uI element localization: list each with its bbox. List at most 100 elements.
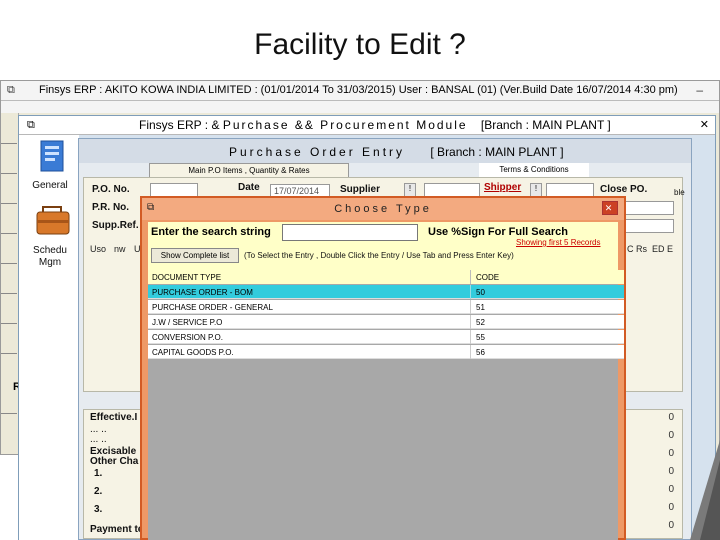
total-value: 0 [668, 448, 674, 459]
column-separator [470, 285, 471, 299]
sidebar-item-schedule[interactable]: Schedu Mgm [21, 245, 79, 269]
app-icon: ⧉ [7, 84, 15, 96]
total-value: 0 [668, 466, 674, 477]
erp-subbar [1, 101, 719, 113]
left-strip: R [1, 113, 21, 453]
column-separator [470, 330, 471, 344]
dialog-title: Choose Type [334, 203, 432, 215]
erp-title: Finsys ERP : AKITO KOWA INDIA LIMITED : … [39, 84, 678, 96]
list-row[interactable]: PURCHASE ORDER - GENERAL 51 [148, 300, 624, 314]
grid-header-crs: C Rs [627, 244, 647, 254]
row-code: 56 [476, 348, 485, 357]
dialog-titlebar: ⧉ Choose Type ✕ [142, 198, 624, 220]
grid-header-uso: Uso [90, 244, 107, 254]
po-no-label: P.O. No. [92, 184, 130, 195]
row-document-type: J.W / SERVICE P.O [152, 318, 223, 327]
column-separator [470, 345, 471, 359]
column-document-type[interactable]: DOCUMENT TYPE [152, 273, 221, 282]
strip-divider [1, 263, 17, 264]
column-separator [470, 315, 471, 329]
shipper-label[interactable]: Shipper [484, 182, 521, 193]
row-code: 55 [476, 333, 485, 342]
charge-row-2: 2. [94, 486, 103, 497]
search-input[interactable] [282, 224, 418, 241]
show-complete-list-button[interactable]: Show Complete list [151, 248, 239, 263]
decorative-corner [690, 440, 720, 540]
list-row[interactable]: CAPITAL GOODS P.O. 56 [148, 345, 624, 359]
module-title-prefix: Finsys ERP : & [139, 118, 220, 132]
strip-divider [1, 233, 17, 234]
list-header: DOCUMENT TYPE CODE [148, 270, 624, 284]
strip-divider [1, 143, 17, 144]
selection-hint: (To Select the Entry , Double Click the … [244, 251, 514, 260]
close-po-input[interactable] [624, 201, 674, 215]
full-search-hint: Use %Sign For Full Search [428, 226, 568, 238]
strip-divider [1, 413, 17, 414]
tab-main-items[interactable]: Main P.O Items , Quantity & Rates [149, 163, 349, 177]
document-type-list: DOCUMENT TYPE CODE PURCHASE ORDER - BOM … [148, 270, 624, 540]
column-code[interactable]: CODE [476, 273, 499, 282]
list-row[interactable]: J.W / SERVICE P.O 52 [148, 315, 624, 329]
module-close-button[interactable]: ✕ [700, 118, 709, 131]
total-value: 0 [668, 412, 674, 423]
po-form-title: Purchase Order Entry [229, 145, 406, 159]
list-row[interactable]: PURCHASE ORDER - BOM 50 [148, 285, 624, 299]
charge-row-3: 3. [94, 504, 103, 515]
strip-divider [1, 173, 17, 174]
minimize-button[interactable]: – [696, 83, 703, 97]
po-form-header: Purchase Order Entry [ Branch : MAIN PLA… [79, 139, 691, 163]
module-sidebar: General Schedu Mgm [19, 135, 79, 540]
strip-divider [1, 323, 17, 324]
general-icon[interactable] [33, 139, 73, 175]
showing-first-link[interactable]: Showing first 5 Records [516, 238, 600, 247]
module-branch: [Branch : MAIN PLANT ] [480, 118, 611, 132]
briefcase-icon[interactable] [33, 203, 73, 239]
payment-terms-label: Payment te [90, 524, 144, 535]
dialog-body: Enter the search string Use %Sign For Fu… [148, 222, 624, 540]
row-code: 51 [476, 303, 485, 312]
tab-terms-conditions[interactable]: Terms & Conditions [479, 163, 589, 177]
supplier-label: Supplier [340, 184, 381, 195]
module-title: Purchase && Procurement Module [222, 118, 468, 132]
list-row[interactable]: CONVERSION P.O. 55 [148, 330, 624, 344]
slide-title: Facility to Edit ? [254, 28, 466, 61]
side-word: ble [674, 188, 685, 197]
extra-input[interactable] [624, 219, 674, 233]
erp-titlebar: ⧉ Finsys ERP : AKITO KOWA INDIA LIMITED … [1, 81, 719, 101]
po-form-branch: [ Branch : MAIN PLANT ] [430, 145, 564, 159]
supplier-input[interactable] [424, 183, 480, 197]
other-charges-label: Other Cha [90, 456, 139, 467]
column-separator [470, 270, 471, 284]
dots-2: ... .. [90, 434, 107, 445]
charge-row-1: 1. [94, 468, 103, 479]
total-value: 0 [668, 430, 674, 441]
row-code: 52 [476, 318, 485, 327]
search-label: Enter the search string [151, 226, 271, 238]
choose-type-dialog: ⧉ Choose Type ✕ Enter the search string … [140, 196, 626, 540]
strip-divider [1, 203, 17, 204]
dialog-app-icon: ⧉ [147, 202, 155, 213]
po-tabs: Main P.O Items , Quantity & Rates Terms … [79, 163, 691, 177]
total-value: 0 [668, 502, 674, 513]
grid-header-ede: ED E [652, 244, 674, 254]
row-document-type: CONVERSION P.O. [152, 333, 223, 342]
strip-divider [1, 353, 17, 354]
strip-divider [1, 293, 17, 294]
effective-label: Effective.I [90, 412, 138, 423]
po-no-input[interactable] [150, 183, 198, 197]
row-document-type: PURCHASE ORDER - GENERAL [152, 303, 273, 312]
supp-ref-label: Supp.Ref. [92, 220, 139, 231]
sidebar-item-general[interactable]: General [21, 180, 79, 192]
close-po-label: Close PO. [600, 184, 648, 195]
dialog-close-button[interactable]: ✕ [602, 201, 618, 215]
row-document-type: CAPITAL GOODS P.O. [152, 348, 234, 357]
column-separator [470, 300, 471, 314]
supplier-lookup-button[interactable]: ! [404, 183, 416, 197]
total-value: 0 [668, 520, 674, 531]
total-value: 0 [668, 484, 674, 495]
grid-header-nw: nw [114, 244, 126, 254]
shipper-lookup-button[interactable]: ! [530, 183, 542, 197]
module-app-icon: ⧉ [27, 119, 35, 131]
module-titlebar: ⧉ Finsys ERP : & Purchase && Procurement… [19, 116, 715, 135]
shipper-input[interactable] [546, 183, 594, 197]
